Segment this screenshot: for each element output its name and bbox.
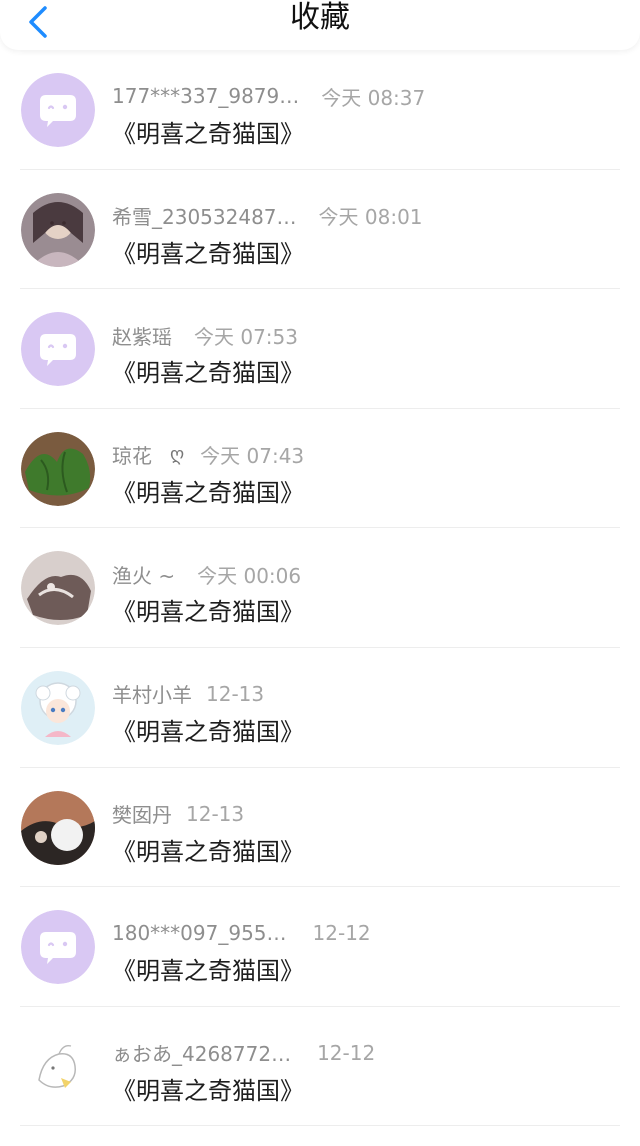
list-item[interactable]: 樊囡丹 12-13 《明喜之奇猫国》 <box>0 768 640 888</box>
user-name[interactable]: 180***097_955… <box>112 921 287 945</box>
user-name[interactable]: 177***337_9879… <box>112 84 299 108</box>
top-bar: 收藏 <box>0 0 640 50</box>
user-name[interactable]: 樊囡丹 <box>112 799 172 828</box>
user-name[interactable]: 渔火 ~ <box>112 560 175 589</box>
favorites-list: 177***337_9879… 今天 08:37 《明喜之奇猫国》 希雪_230… <box>0 50 640 1127</box>
list-item[interactable]: 渔火 ~ 今天 00:06 《明喜之奇猫国》 <box>0 528 640 648</box>
timestamp: 今天 07:53 <box>194 324 298 349</box>
timestamp: 12-12 <box>317 1040 376 1065</box>
heart-badge-icon: ღ <box>170 444 185 466</box>
list-item[interactable]: ぁおあ_4268772… 12-12 《明喜之奇猫国》 <box>0 1007 640 1127</box>
book-title[interactable]: 《明喜之奇猫国》 <box>112 592 304 627</box>
user-name[interactable]: 琼花 <box>112 440 152 469</box>
avatar[interactable] <box>21 431 95 506</box>
list-item[interactable]: 180***097_955… 12-12 《明喜之奇猫国》 <box>0 887 640 1007</box>
default-avatar-icon <box>21 910 95 985</box>
list-item[interactable]: 177***337_9879… 今天 08:37 《明喜之奇猫国》 <box>0 50 640 170</box>
book-title[interactable]: 《明喜之奇猫国》 <box>112 353 304 388</box>
book-title[interactable]: 《明喜之奇猫国》 <box>112 234 304 269</box>
user-name[interactable]: ぁおあ_4268772… <box>112 1038 291 1067</box>
timestamp: 12-12 <box>312 921 371 946</box>
divider <box>20 1125 620 1127</box>
user-name[interactable]: 羊村小羊 <box>112 679 192 708</box>
user-name[interactable]: 希雪_230532487… <box>112 201 297 230</box>
avatar[interactable] <box>21 670 95 745</box>
user-name[interactable]: 赵紫瑶 <box>112 321 172 350</box>
timestamp: 今天 08:37 <box>321 85 426 110</box>
book-title[interactable]: 《明喜之奇猫国》 <box>112 114 304 149</box>
avatar[interactable] <box>21 1029 95 1104</box>
book-title[interactable]: 《明喜之奇猫国》 <box>112 951 304 986</box>
list-item[interactable]: 羊村小羊 12-13 《明喜之奇猫国》 <box>0 648 640 768</box>
book-title[interactable]: 《明喜之奇猫国》 <box>112 1071 304 1106</box>
timestamp: 今天 08:01 <box>318 205 423 230</box>
default-avatar-icon <box>21 73 95 147</box>
list-item[interactable]: 琼花 ღ 今天 07:43 《明喜之奇猫国》 <box>0 409 640 529</box>
list-item[interactable]: 希雪_230532487… 今天 08:01 《明喜之奇猫国》 <box>0 170 640 290</box>
avatar[interactable] <box>21 551 95 626</box>
timestamp: 今天 07:43 <box>200 444 305 469</box>
page-title: 收藏 <box>290 0 350 35</box>
timestamp: 12-13 <box>206 681 265 706</box>
list-item[interactable]: 赵紫瑶 今天 07:53 《明喜之奇猫国》 <box>0 289 640 409</box>
timestamp: 12-13 <box>186 801 245 826</box>
book-title[interactable]: 《明喜之奇猫国》 <box>112 473 304 508</box>
book-title[interactable]: 《明喜之奇猫国》 <box>112 832 304 867</box>
timestamp: 今天 00:06 <box>197 563 302 588</box>
default-avatar-icon <box>21 312 95 387</box>
avatar[interactable] <box>21 192 95 267</box>
book-title[interactable]: 《明喜之奇猫国》 <box>112 712 304 747</box>
avatar[interactable] <box>21 790 95 865</box>
